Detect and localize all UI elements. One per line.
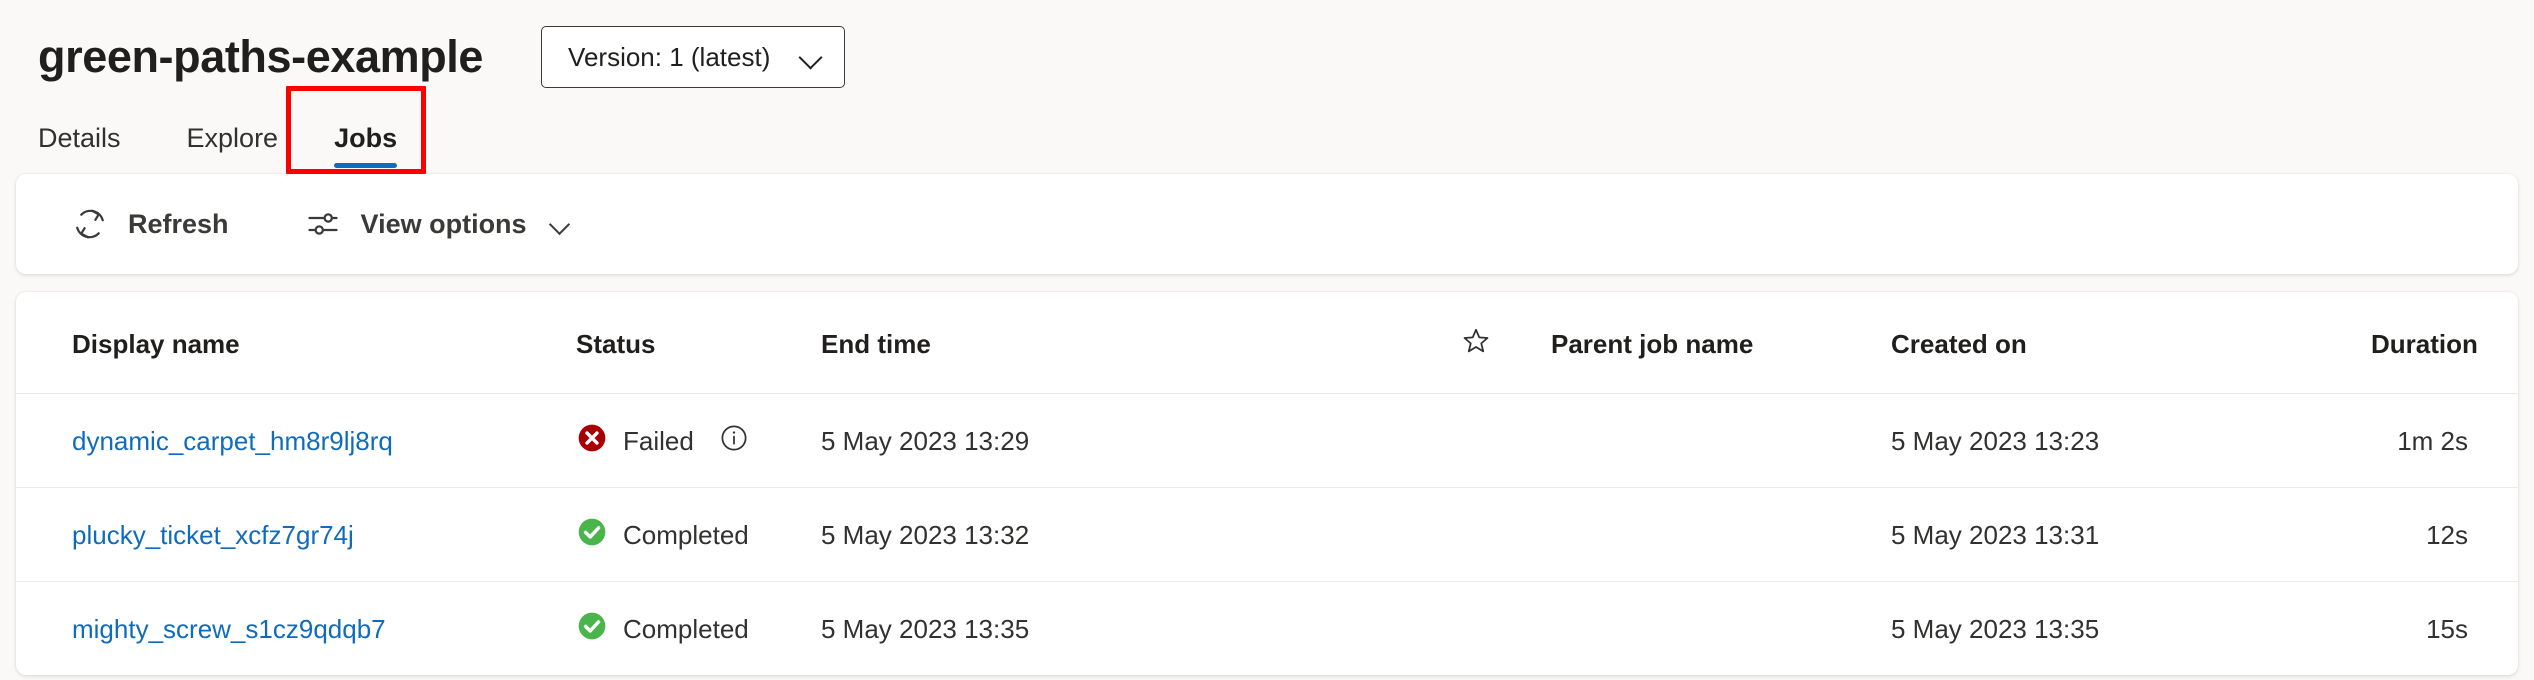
tab-bar: Details Explore Jobs <box>0 96 2534 174</box>
cell-created-on: 5 May 2023 13:23 <box>1891 394 2371 488</box>
cell-status: Failed <box>576 394 821 488</box>
status-label: Failed <box>623 426 694 457</box>
cell-duration: 15s <box>2371 582 2518 676</box>
job-link[interactable]: plucky_ticket_xcfz7gr74j <box>72 520 354 550</box>
column-header-end-time[interactable]: End time <box>821 292 1461 394</box>
column-header-favorite[interactable] <box>1461 292 1551 394</box>
tab-jobs-label: Jobs <box>334 123 397 153</box>
column-header-duration[interactable]: Duration <box>2371 292 2518 394</box>
jobs-table-card: Display name Status End time Parent job … <box>16 292 2518 675</box>
version-dropdown[interactable]: Version: 1 (latest) <box>541 26 845 88</box>
cell-end-time: 5 May 2023 13:29 <box>821 394 1461 488</box>
chevron-down-icon <box>800 46 822 68</box>
chevron-down-icon <box>551 215 569 233</box>
cell-duration: 12s <box>2371 488 2518 582</box>
cell-favorite[interactable] <box>1461 582 1551 676</box>
cell-display-name: mighty_screw_s1cz9qdqb7 <box>16 582 576 676</box>
column-header-status[interactable]: Status <box>576 292 821 394</box>
column-header-created-on[interactable]: Created on <box>1891 292 2371 394</box>
cell-parent-job-name <box>1551 582 1891 676</box>
refresh-button[interactable]: Refresh <box>66 193 235 255</box>
cell-parent-job-name <box>1551 488 1891 582</box>
info-circle-icon[interactable] <box>719 423 749 460</box>
jobs-table: Display name Status End time Parent job … <box>16 292 2518 675</box>
cell-status: Completed <box>576 488 821 582</box>
table-row[interactable]: dynamic_carpet_hm8r9lj8rq Failed <box>16 394 2518 488</box>
star-icon <box>1461 326 1551 363</box>
page-title: green-paths-example <box>38 32 483 82</box>
column-header-display-name[interactable]: Display name <box>16 292 576 394</box>
view-options-button[interactable]: View options <box>299 193 575 255</box>
view-options-label: View options <box>361 209 527 240</box>
jobs-toolbar: Refresh View options <box>16 174 2518 274</box>
refresh-icon <box>72 206 108 242</box>
table-row[interactable]: plucky_ticket_xcfz7gr74j Completed 5 May <box>16 488 2518 582</box>
error-circle-icon <box>576 422 608 461</box>
tab-explore[interactable]: Explore <box>159 123 307 174</box>
job-link[interactable]: dynamic_carpet_hm8r9lj8rq <box>72 426 393 456</box>
cell-display-name: plucky_ticket_xcfz7gr74j <box>16 488 576 582</box>
status-label: Completed <box>623 614 749 645</box>
cell-status: Completed <box>576 582 821 676</box>
status-label: Completed <box>623 520 749 551</box>
page-header: green-paths-example Version: 1 (latest) <box>0 0 2534 96</box>
cell-created-on: 5 May 2023 13:35 <box>1891 582 2371 676</box>
sliders-icon <box>305 206 341 242</box>
cell-end-time: 5 May 2023 13:35 <box>821 582 1461 676</box>
tab-details[interactable]: Details <box>38 123 149 174</box>
cell-created-on: 5 May 2023 13:31 <box>1891 488 2371 582</box>
cell-parent-job-name <box>1551 394 1891 488</box>
cell-display-name: dynamic_carpet_hm8r9lj8rq <box>16 394 576 488</box>
cell-favorite[interactable] <box>1461 394 1551 488</box>
version-dropdown-label: Version: 1 (latest) <box>568 42 770 73</box>
table-row[interactable]: mighty_screw_s1cz9qdqb7 Completed 5 May … <box>16 582 2518 676</box>
tab-details-label: Details <box>38 123 121 153</box>
cell-favorite[interactable] <box>1461 488 1551 582</box>
table-header-row: Display name Status End time Parent job … <box>16 292 2518 394</box>
refresh-label: Refresh <box>128 209 229 240</box>
job-link[interactable]: mighty_screw_s1cz9qdqb7 <box>72 614 386 644</box>
cell-end-time: 5 May 2023 13:32 <box>821 488 1461 582</box>
column-header-parent-job-name[interactable]: Parent job name <box>1551 292 1891 394</box>
tab-explore-label: Explore <box>187 123 279 153</box>
tab-jobs[interactable]: Jobs <box>306 123 425 174</box>
success-circle-icon <box>576 610 608 649</box>
cell-duration: 1m 2s <box>2371 394 2518 488</box>
success-circle-icon <box>576 516 608 555</box>
